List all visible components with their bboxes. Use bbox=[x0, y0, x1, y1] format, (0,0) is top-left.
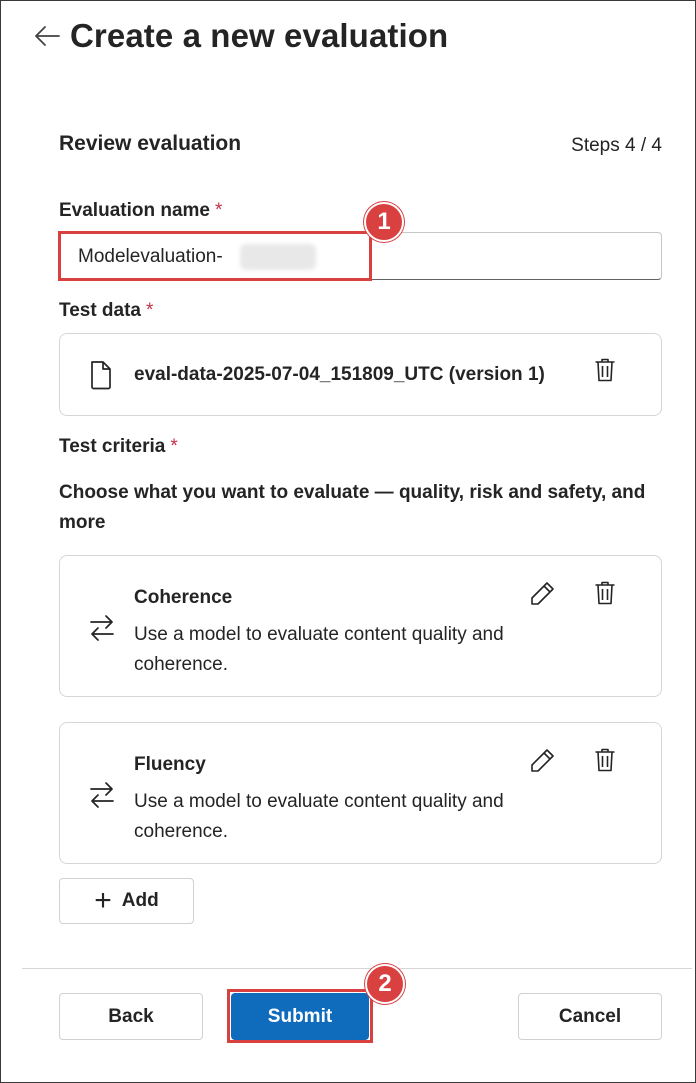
cancel-button[interactable]: Cancel bbox=[518, 993, 662, 1040]
criterion-title: Coherence bbox=[134, 587, 233, 608]
required-mark: * bbox=[170, 436, 178, 457]
test-criteria-description: Choose what you want to evaluate — quali… bbox=[59, 482, 646, 533]
test-criteria-label: Test criteria * bbox=[59, 436, 178, 458]
required-mark: * bbox=[215, 200, 223, 221]
test-criteria-label-text: Test criteria bbox=[59, 436, 166, 457]
test-data-label: Test data * bbox=[59, 300, 153, 322]
required-mark: * bbox=[146, 300, 154, 321]
add-criteria-button[interactable]: + Add bbox=[59, 878, 194, 924]
test-data-label-text: Test data bbox=[59, 300, 142, 321]
page-title: Create a new evaluation bbox=[70, 17, 449, 54]
evaluation-name-label: Evaluation name * bbox=[59, 200, 222, 222]
criterion-description: Use a model to evaluate content quality … bbox=[134, 791, 504, 842]
criterion-description: Use a model to evaluate content quality … bbox=[134, 624, 504, 675]
footer-divider bbox=[22, 968, 692, 969]
test-data-file-name: eval-data-2025-07-04_151809_UTC (version… bbox=[134, 364, 545, 385]
evaluation-name-label-text: Evaluation name bbox=[59, 200, 210, 221]
trash-icon[interactable] bbox=[594, 357, 616, 388]
criterion-title: Fluency bbox=[134, 754, 206, 775]
arrows-swap-icon bbox=[89, 781, 115, 814]
step-indicator: Steps 4 / 4 bbox=[571, 135, 662, 156]
annotation-badge-2: 2 bbox=[365, 964, 405, 1004]
back-button[interactable]: Back bbox=[59, 993, 203, 1040]
trash-icon[interactable] bbox=[594, 747, 616, 778]
page-header: Create a new evaluation bbox=[33, 12, 448, 60]
arrows-swap-icon bbox=[89, 614, 115, 647]
pencil-icon[interactable] bbox=[530, 747, 556, 778]
arrow-left-icon[interactable] bbox=[33, 22, 61, 50]
section-title: Review evaluation bbox=[59, 132, 242, 155]
plus-icon: + bbox=[94, 884, 112, 917]
add-label: Add bbox=[121, 890, 159, 911]
pencil-icon[interactable] bbox=[530, 580, 556, 611]
annotation-highlight-submit bbox=[227, 989, 373, 1043]
annotation-highlight-name bbox=[58, 231, 372, 281]
trash-icon[interactable] bbox=[594, 580, 616, 611]
annotation-badge-1: 1 bbox=[364, 202, 404, 242]
document-icon bbox=[89, 360, 113, 395]
